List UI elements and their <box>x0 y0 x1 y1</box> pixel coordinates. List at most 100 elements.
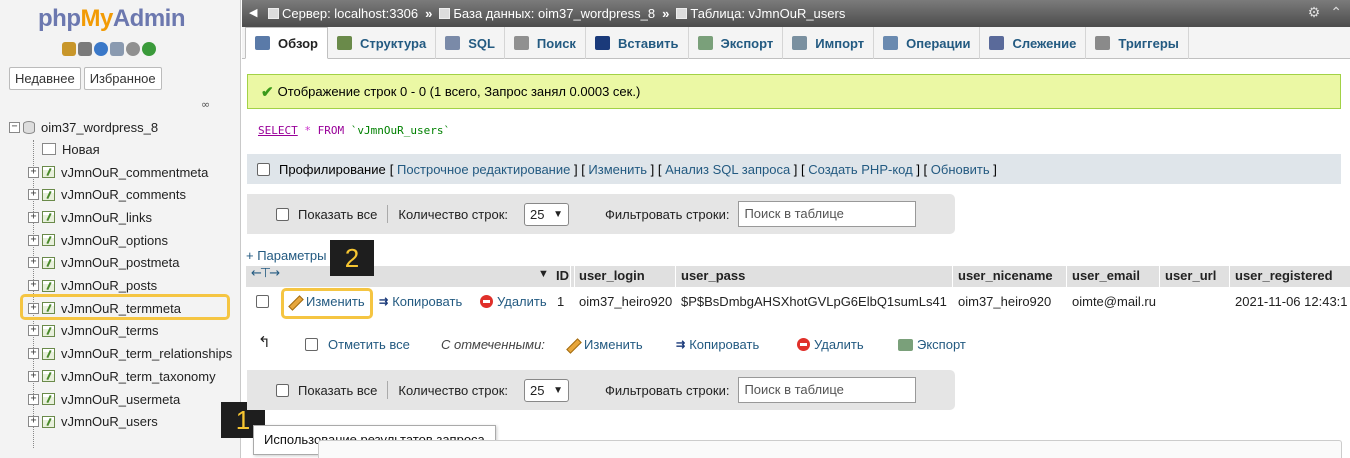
tree-table-label[interactable]: vJmnOuR_links <box>61 210 152 225</box>
docs-icon[interactable] <box>110 42 124 56</box>
show-all-label[interactable]: Показать все <box>298 207 377 222</box>
expand-icon[interactable]: + <box>28 166 39 178</box>
tree-table-item[interactable]: + vJmnOuR_comments <box>28 184 186 206</box>
row-copy-button[interactable]: ⇉ Копировать <box>379 294 462 309</box>
tree-table-label[interactable]: vJmnOuR_options <box>61 233 168 248</box>
rows-count-select-bottom[interactable]: 25 ▼ <box>524 378 570 402</box>
logout-icon[interactable] <box>78 42 92 56</box>
cell-user-login[interactable]: oim37_heiro920 <box>579 294 672 309</box>
options-link[interactable]: + Параметры <box>246 248 327 263</box>
new-label[interactable]: Новая <box>62 142 100 157</box>
tab-triggers[interactable]: Триггеры <box>1086 27 1189 59</box>
reload-icon[interactable] <box>142 42 156 56</box>
column-header-user-login[interactable]: user_login <box>579 268 645 283</box>
tree-table-label[interactable]: vJmnOuR_posts <box>61 278 157 293</box>
profiling-checkbox[interactable] <box>257 162 270 176</box>
tab-search[interactable]: Поиск <box>505 27 586 59</box>
home-icon[interactable] <box>62 42 76 56</box>
tab-browse[interactable]: Обзор <box>245 27 328 59</box>
column-header-user-registered[interactable]: user_registered <box>1235 268 1333 283</box>
column-header-user-pass[interactable]: user_pass <box>681 268 745 283</box>
expand-icon[interactable]: + <box>28 393 39 405</box>
column-header-user-nicename[interactable]: user_nicename <box>958 268 1053 283</box>
column-header-user-email[interactable]: user_email <box>1072 268 1140 283</box>
check-all-label[interactable]: Отметить все <box>328 337 410 352</box>
show-all-checkbox[interactable] <box>276 207 289 221</box>
expand-icon[interactable]: + <box>28 280 39 291</box>
tab-sql[interactable]: SQL <box>436 27 505 59</box>
help-icon[interactable] <box>94 42 108 56</box>
tree-database[interactable]: − oim37_wordpress_8 <box>9 116 158 138</box>
rows-count-select[interactable]: 25 ▼ <box>524 202 570 226</box>
row-delete-button[interactable]: Удалить <box>480 294 547 309</box>
tree-table-item[interactable]: + vJmnOuR_term_taxonomy <box>28 365 216 387</box>
inline-edit-link[interactable]: Построчное редактирование <box>397 162 570 177</box>
show-all-checkbox-bottom[interactable] <box>276 383 289 397</box>
tab-structure[interactable]: Структура <box>328 27 437 59</box>
gear-icon[interactable] <box>126 42 140 56</box>
expand-icon[interactable]: + <box>28 416 39 428</box>
tab-wrench[interactable]: Операции <box>874 27 981 59</box>
bulk-export-button[interactable]: Экспорт <box>898 337 966 352</box>
bulk-edit-button[interactable]: Изменить <box>566 337 643 352</box>
gear-icon[interactable]: ⚙ <box>1308 4 1321 21</box>
expand-icon[interactable]: + <box>28 189 39 201</box>
breadcrumb-table[interactable]: Таблица: vJmnOuR_users <box>690 6 845 21</box>
collapse-icon[interactable]: − <box>9 121 20 133</box>
recent-tab[interactable]: Недавнее <box>9 67 81 90</box>
tab-insert[interactable]: Вставить <box>586 27 689 59</box>
expand-icon[interactable]: + <box>28 257 39 269</box>
tree-table-item[interactable]: + vJmnOuR_terms <box>28 320 159 342</box>
tree-table-label[interactable]: vJmnOuR_usermeta <box>61 392 180 407</box>
breadcrumb-database[interactable]: База данных: oim37_wordpress_8 <box>453 6 655 21</box>
cell-id[interactable]: 1 <box>557 294 564 309</box>
expand-icon[interactable]: + <box>28 234 39 246</box>
link-icon[interactable]: ∞ <box>201 98 210 111</box>
sql-query-box[interactable]: SELECT * FROM `vJmnOuR_users` <box>247 110 1341 154</box>
cell-user-email[interactable]: oimte@mail.ru <box>1072 294 1156 309</box>
tree-table-label[interactable]: vJmnOuR_term_taxonomy <box>61 369 216 384</box>
collapse-arrow-icon[interactable]: ◀ <box>249 6 257 19</box>
expand-icon[interactable]: + <box>28 348 39 360</box>
column-header-id[interactable]: ID <box>556 268 569 283</box>
expand-icon[interactable]: + <box>28 211 39 223</box>
tree-table-label[interactable]: vJmnOuR_commentmeta <box>61 165 208 180</box>
tree-table-item[interactable]: + vJmnOuR_usermeta <box>28 388 180 410</box>
explain-sql-link[interactable]: Анализ SQL запроса <box>665 162 790 177</box>
tree-table-item[interactable]: + vJmnOuR_postmeta <box>28 252 180 274</box>
cell-user-pass[interactable]: $P$BsDmbgAHSXhotGVLpG6ElbQ1sumLs41 <box>681 294 947 309</box>
tree-table-label[interactable]: vJmnOuR_users <box>61 414 158 429</box>
refresh-link[interactable]: Обновить <box>931 162 990 177</box>
phpmyadmin-logo[interactable]: phpMyAdmin <box>38 5 186 33</box>
tree-table-item[interactable]: + vJmnOuR_users <box>28 411 158 433</box>
sort-arrow-icon[interactable]: ▼ <box>538 268 549 280</box>
breadcrumb-server[interactable]: Сервер: localhost:3306 <box>282 6 418 21</box>
sql-select-keyword[interactable]: SELECT <box>258 124 298 137</box>
expand-icon[interactable]: + <box>28 370 39 382</box>
tab-export[interactable]: Экспорт <box>689 27 784 59</box>
database-label[interactable]: oim37_wordpress_8 <box>41 120 158 135</box>
show-all-label-bottom[interactable]: Показать все <box>298 383 377 398</box>
tree-table-label[interactable]: vJmnOuR_terms <box>61 323 159 338</box>
favorites-tab[interactable]: Избранное <box>83 67 162 90</box>
column-arrows-icon[interactable]: ←⊤→ <box>251 266 280 281</box>
tree-table-label[interactable]: vJmnOuR_comments <box>61 187 186 202</box>
tree-table-item[interactable]: + vJmnOuR_links <box>28 206 152 228</box>
create-php-link[interactable]: Создать PHP-код <box>808 162 912 177</box>
tree-table-item[interactable]: + vJmnOuR_term_relationships <box>28 343 232 365</box>
cell-user-registered[interactable]: 2021-11-06 12:43:1 <box>1235 294 1348 309</box>
bulk-delete-button[interactable]: Удалить <box>797 337 864 352</box>
edit-query-link[interactable]: Изменить <box>588 162 647 177</box>
tree-table-label[interactable]: vJmnOuR_term_relationships <box>61 346 232 361</box>
check-all-checkbox[interactable] <box>305 338 318 351</box>
cell-user-nicename[interactable]: oim37_heiro920 <box>958 294 1051 309</box>
tree-table-item[interactable]: + vJmnOuR_options <box>28 229 168 251</box>
filter-input-bottom[interactable]: Поиск в таблице <box>738 377 917 403</box>
collapse-up-icon[interactable]: ⌃ <box>1330 4 1342 21</box>
expand-icon[interactable]: + <box>28 325 39 337</box>
tab-import[interactable]: Импорт <box>783 27 875 59</box>
tree-new[interactable]: Новая <box>42 138 100 160</box>
bulk-copy-button[interactable]: ⇉ Копировать <box>676 337 759 352</box>
tree-table-item[interactable]: + vJmnOuR_commentmeta <box>28 161 208 183</box>
tab-eye[interactable]: Слежение <box>980 27 1087 59</box>
